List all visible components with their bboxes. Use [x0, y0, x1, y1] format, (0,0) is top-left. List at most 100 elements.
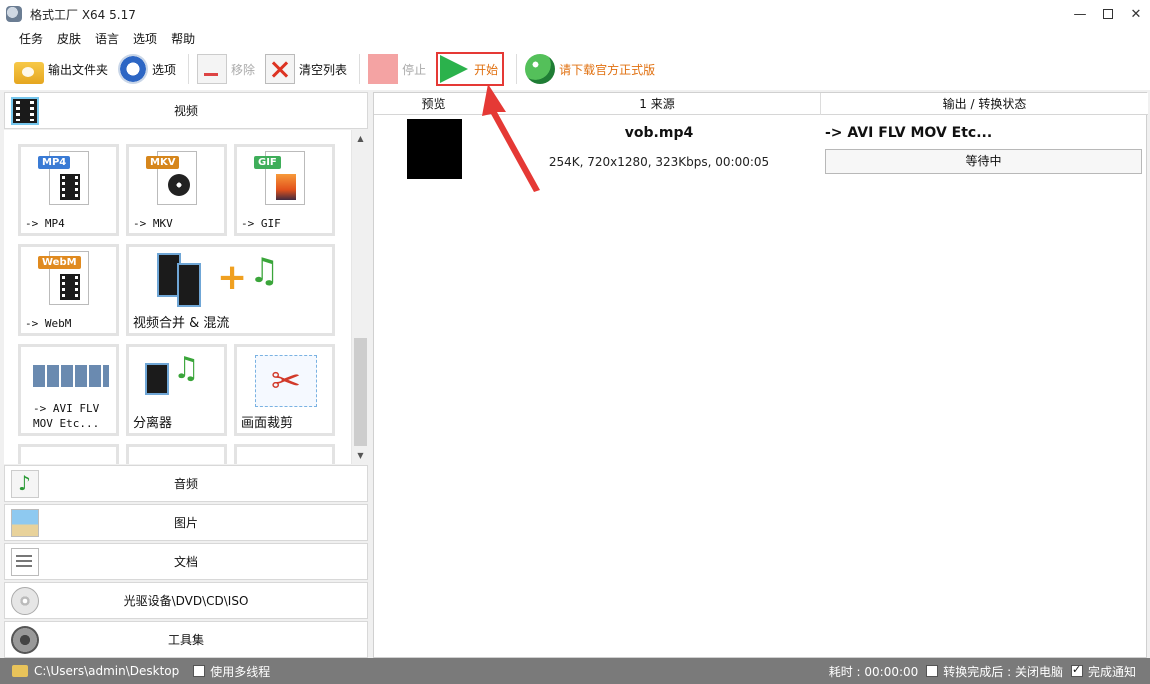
start-button[interactable]: 开始 — [436, 52, 505, 86]
stop-button[interactable]: 停止 — [368, 51, 426, 87]
toolbar: 输出文件夹 选项 移除 清空列表 停止 开始 请下载官方正式版 — [0, 48, 1150, 90]
task-status[interactable]: 等待中 — [825, 149, 1142, 174]
elapsed-time: 耗时 : 00:00:00 — [828, 664, 919, 679]
tile-partial[interactable] — [18, 444, 119, 464]
category-disc[interactable]: 光驱设备\DVD\CD\ISO — [4, 582, 368, 619]
toolbar-separator — [188, 54, 190, 84]
clear-list-button[interactable]: 清空列表 — [265, 51, 347, 87]
category-document[interactable]: 文档 — [4, 543, 368, 580]
category-picture[interactable]: 图片 — [4, 504, 368, 541]
category-video[interactable]: 视频 — [4, 92, 368, 129]
column-source[interactable]: 1 来源 — [494, 93, 821, 115]
tile-to-mkv[interactable]: MKV -> MKV — [126, 144, 227, 236]
play-icon — [440, 55, 469, 83]
tile-to-webm[interactable]: WebM -> WebM — [18, 244, 119, 336]
tile-splitter[interactable]: ♫ 分离器 — [126, 344, 227, 436]
app-icon — [6, 6, 22, 22]
multithread-checkbox[interactable] — [193, 665, 206, 677]
menu-skin[interactable]: 皮肤 — [50, 30, 88, 47]
app-window: 格式工厂 X64 5.17 — ✕ 任务 皮肤 语言 选项 帮助 输出文件夹 选… — [0, 0, 1150, 684]
folder-icon[interactable] — [12, 665, 28, 677]
gif-badge: GIF — [254, 156, 281, 169]
tile-to-gif[interactable]: GIF -> GIF — [234, 144, 335, 236]
options-button[interactable]: 选项 — [118, 51, 176, 87]
task-list: 预览 1 来源 输出 / 转换状态 vob.mp4 254K, 720x1280… — [373, 92, 1148, 658]
status-right: 耗时 : 00:00:00 转换完成后 : 关闭电脑 完成通知 — [829, 658, 1136, 684]
grid-scrollbar[interactable]: ▲ ▼ — [351, 130, 368, 464]
video-thumbnail — [407, 119, 462, 179]
menu-language[interactable]: 语言 — [88, 30, 126, 47]
webm-badge: WebM — [38, 256, 81, 269]
source-file-name: vob.mp4 — [624, 125, 694, 141]
task-list-header: 预览 1 来源 输出 / 转换状态 — [374, 93, 1148, 115]
category-picture-label: 图片 — [173, 516, 198, 530]
after-done-checkbox[interactable] — [926, 665, 939, 677]
start-label: 开始 — [474, 62, 499, 77]
mkv-file-icon: MKV — [146, 151, 197, 205]
menu-bar: 任务 皮肤 语言 选项 帮助 — [0, 28, 1150, 48]
webm-file-icon: WebM — [38, 251, 89, 305]
tools-reel-icon — [11, 625, 39, 654]
scroll-up-icon[interactable]: ▲ — [352, 130, 368, 147]
tile-partial[interactable] — [126, 444, 227, 464]
close-button[interactable]: ✕ — [1122, 0, 1150, 28]
download-official-button[interactable]: 请下载官方正式版 — [525, 51, 655, 87]
menu-help[interactable]: 帮助 — [164, 30, 202, 47]
title-bar: 格式工厂 X64 5.17 — ✕ — [0, 0, 1150, 28]
maximize-icon — [1103, 9, 1113, 19]
output-format: -> AVI FLV MOV Etc... — [825, 125, 993, 141]
menu-task[interactable]: 任务 — [12, 30, 50, 47]
mkv-badge: MKV — [146, 156, 180, 169]
category-document-label: 文档 — [173, 555, 198, 569]
tile-to-avi-flv-mov[interactable]: -> AVI FLV MOV Etc... — [18, 344, 119, 436]
menu-options[interactable]: 选项 — [126, 30, 164, 47]
output-folder-button[interactable]: 输出文件夹 — [14, 51, 108, 87]
category-tools-label: 工具集 — [167, 633, 204, 647]
disc-icon — [11, 586, 39, 615]
maximize-button[interactable] — [1094, 0, 1122, 28]
notify-checkbox[interactable] — [1070, 663, 1083, 677]
category-video-label: 视频 — [173, 104, 198, 118]
remove-label: 移除 — [231, 62, 256, 77]
tile-video-merge[interactable]: + ♫ 视频合并 & 混流 — [126, 244, 335, 336]
video-tools-grid: MP4 -> MP4 MKV -> MKV GIF -> GIF WebM ->… — [4, 130, 368, 464]
window-title: 格式工厂 X64 5.17 — [30, 7, 136, 22]
options-gear-icon — [118, 54, 149, 84]
tile-crop[interactable]: ✂ 画面裁剪 — [234, 344, 335, 436]
folder-icon — [14, 62, 44, 84]
download-official-label: 请下载官方正式版 — [559, 62, 656, 77]
tile-crop-label: 画面裁剪 — [241, 416, 294, 431]
multithread-label: 使用多线程 — [210, 664, 271, 679]
status-bar: C:\Users\admin\Desktop 使用多线程 耗时 : 00:00:… — [0, 658, 1150, 684]
output-path: C:\Users\admin\Desktop — [34, 664, 180, 678]
mp4-badge: MP4 — [38, 156, 71, 169]
clear-list-icon — [265, 54, 296, 84]
scroll-down-icon[interactable]: ▼ — [352, 447, 368, 464]
stop-label: 停止 — [402, 62, 427, 77]
column-output-status[interactable]: 输出 / 转换状态 — [821, 93, 1148, 115]
music-note-icon: ♫ — [249, 251, 280, 291]
tile-to-avi-label: -> AVI FLV MOV Etc... — [33, 402, 100, 430]
remove-button[interactable]: 移除 — [197, 51, 255, 87]
window-controls: — ✕ — [1066, 0, 1150, 28]
task-row[interactable]: vob.mp4 254K, 720x1280, 323Kbps, 00:00:0… — [374, 115, 1148, 179]
scroll-thumb[interactable] — [354, 338, 367, 446]
globe-icon — [525, 54, 556, 84]
column-preview[interactable]: 预览 — [374, 93, 494, 115]
source-file-info: 254K, 720x1280, 323Kbps, 00:00:05 — [548, 155, 770, 169]
multi-format-icon — [33, 365, 109, 387]
category-tools[interactable]: 工具集 — [4, 621, 368, 658]
audio-note-icon — [11, 469, 39, 498]
remove-icon — [197, 54, 228, 84]
tile-partial[interactable] — [234, 444, 335, 464]
toolbar-separator — [516, 54, 518, 84]
tile-to-mp4[interactable]: MP4 -> MP4 — [18, 144, 119, 236]
scissors-icon: ✂ — [255, 355, 317, 407]
minimize-button[interactable]: — — [1066, 0, 1094, 28]
category-disc-label: 光驱设备\DVD\CD\ISO — [123, 594, 249, 608]
gif-file-icon: GIF — [254, 151, 305, 205]
category-audio[interactable]: 音频 — [4, 465, 368, 502]
tile-splitter-label: 分离器 — [133, 416, 173, 431]
output-folder-label: 输出文件夹 — [48, 62, 109, 77]
notify-label: 完成通知 — [1087, 664, 1136, 679]
